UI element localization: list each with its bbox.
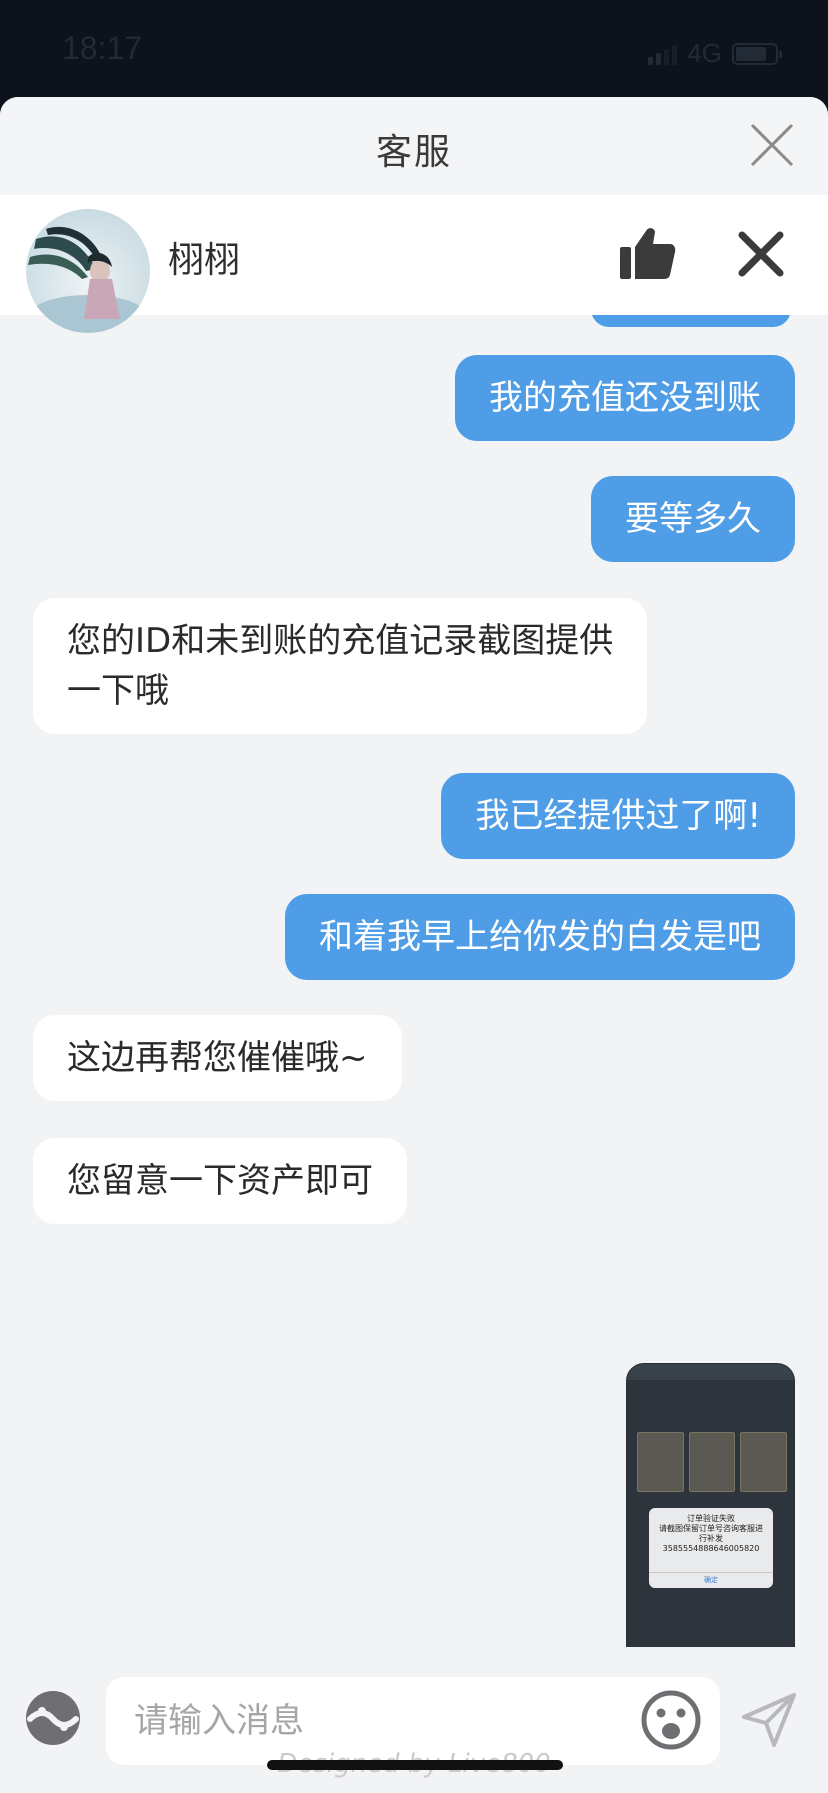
incoming-message[interactable]: 您留意一下资产即可 — [33, 1138, 407, 1224]
emoji-icon[interactable] — [640, 1689, 702, 1751]
signal-icon — [648, 43, 678, 65]
battery-icon — [732, 42, 782, 65]
outgoing-message[interactable]: 我已经提供过了啊! — [441, 773, 795, 859]
send-icon[interactable] — [740, 1691, 798, 1749]
status-time: 18:17 — [62, 30, 143, 66]
close-icon[interactable] — [746, 119, 798, 171]
outgoing-message[interactable]: 我的充值还没到账 — [455, 355, 795, 441]
status-bar: 18:17 4G — [0, 0, 828, 100]
outgoing-message[interactable]: 要等多久 — [591, 476, 795, 562]
dialog-button: 确定 — [649, 1572, 773, 1585]
sheet-header: 客服 — [0, 97, 828, 195]
page-title: 客服 — [375, 132, 452, 173]
agent-bar: 栩栩 — [0, 195, 828, 333]
x-icon[interactable] — [736, 229, 786, 279]
thumbs-up-icon[interactable] — [618, 225, 676, 281]
voice-icon[interactable] — [24, 1689, 82, 1747]
network-type: 4G — [687, 38, 722, 68]
screenshot-cards — [637, 1432, 788, 1492]
dialog-text: 请截图保留订单号咨询客服进 — [659, 1524, 763, 1533]
dialog-text: 行补发 — [699, 1534, 723, 1543]
incoming-message[interactable]: 这边再帮您催催哦~ — [33, 1015, 402, 1101]
home-indicator[interactable] — [267, 1760, 563, 1770]
message-line: 一下哦 — [67, 671, 169, 711]
message-line: 您的ID和未到账的充值记录截图提供 — [67, 621, 614, 661]
customer-service-sheet: 客服 栩栩 我的充值还没到账 要等多久 您的ID和未到账的充值记录截图提供 一下… — [0, 97, 828, 1793]
agent-name: 栩栩 — [168, 240, 241, 281]
status-indicators: 4G — [648, 38, 782, 69]
screenshot-status-bar — [627, 1364, 794, 1380]
chat-messages[interactable]: 我的充值还没到账 要等多久 您的ID和未到账的充值记录截图提供 一下哦 我已经提… — [0, 305, 828, 1727]
outgoing-message[interactable]: 和着我早上给你发的白发是吧 — [285, 894, 795, 980]
dialog-text: 订单验证失败 — [687, 1514, 735, 1523]
screenshot-dialog: 订单验证失败 请截图保留订单号咨询客服进 行补发 358555488864600… — [649, 1508, 773, 1588]
agent-avatar — [26, 209, 150, 333]
incoming-message[interactable]: 您的ID和未到账的充值记录截图提供 一下哦 — [33, 598, 648, 734]
dialog-text: 3585554888646005820 — [662, 1544, 760, 1553]
